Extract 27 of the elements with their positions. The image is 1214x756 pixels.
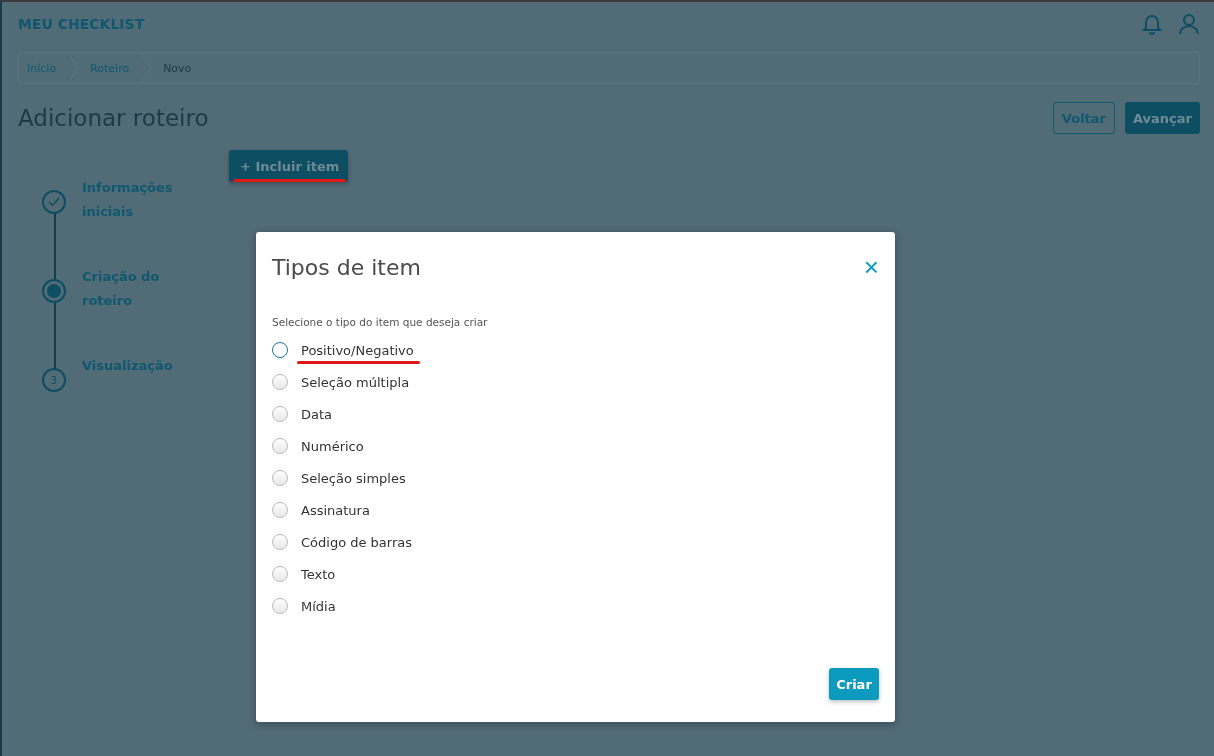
notification-bell-icon[interactable] — [1142, 13, 1162, 35]
radio-button[interactable] — [272, 374, 288, 390]
step-label: Informações iniciais — [82, 179, 174, 221]
option-label[interactable]: Seleção múltipla — [301, 374, 410, 390]
user-icon[interactable] — [1178, 13, 1200, 35]
option-label[interactable]: Código de barras — [301, 534, 413, 550]
option-label[interactable]: Data — [301, 406, 333, 422]
dialog-title: Tipos de item — [272, 254, 421, 280]
radio-button[interactable] — [272, 342, 288, 358]
option-label[interactable]: Texto — [301, 566, 336, 582]
option-label[interactable]: Mídia — [301, 598, 336, 614]
dialog-prompt: Selecione o tipo do item que deseja criar — [272, 316, 489, 328]
radio-button[interactable] — [272, 470, 288, 486]
radio-button[interactable] — [272, 438, 288, 454]
option-label[interactable]: Positivo/Negativo — [301, 342, 414, 358]
option-label[interactable]: Assinatura — [301, 502, 370, 518]
option-label[interactable]: Numérico — [301, 438, 364, 454]
radio-button[interactable] — [272, 598, 288, 614]
step-label: Criação do roteiro — [82, 268, 161, 310]
app-title: MEU CHECKLIST — [18, 16, 145, 32]
radio-button[interactable] — [272, 566, 288, 582]
option-label[interactable]: Seleção simples — [301, 470, 406, 486]
radio-button[interactable] — [272, 534, 288, 550]
step-indicator: 3 — [42, 368, 66, 392]
radio-button[interactable] — [272, 406, 288, 422]
radio-button[interactable] — [272, 502, 288, 518]
step-label: Visualização — [82, 357, 174, 375]
